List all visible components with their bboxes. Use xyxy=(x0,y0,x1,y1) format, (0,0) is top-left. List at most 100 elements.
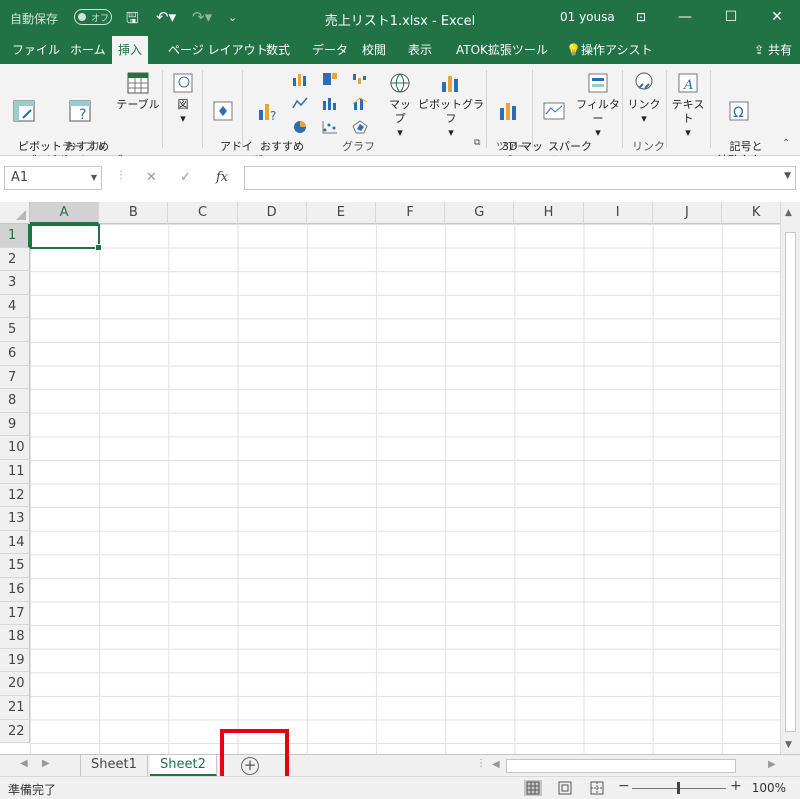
line-chart-icon[interactable] xyxy=(292,96,308,110)
table-button[interactable]: テーブル xyxy=(116,70,160,112)
zoom-in-icon[interactable]: + xyxy=(730,778,742,794)
horizontal-scroll-thumb[interactable] xyxy=(506,759,736,773)
waterfall-chart-icon[interactable] xyxy=(352,72,368,86)
row-header[interactable]: 20 xyxy=(0,672,30,696)
cell-area[interactable] xyxy=(30,224,780,754)
page-layout-view-icon[interactable] xyxy=(556,780,574,796)
map-button[interactable]: マップ ▾ xyxy=(384,70,416,140)
row-header[interactable]: 19 xyxy=(0,648,30,673)
column-header[interactable]: B xyxy=(99,202,169,224)
next-sheet-icon[interactable]: ▶ xyxy=(42,758,50,769)
minimize-button[interactable]: — xyxy=(670,6,700,28)
redo-icon[interactable]: ↷▾ xyxy=(192,8,212,26)
hierarchy-chart-icon[interactable] xyxy=(322,72,338,86)
name-box[interactable]: A1 ▼ xyxy=(4,166,102,190)
row-header[interactable]: 11 xyxy=(0,460,30,484)
row-header[interactable]: 16 xyxy=(0,578,30,602)
autosave-toggle[interactable]: オフ xyxy=(74,9,112,25)
ribbon-display-options-icon[interactable]: ⊡ xyxy=(626,6,656,28)
row-header[interactable]: 4 xyxy=(0,294,30,319)
column-header[interactable]: G xyxy=(445,202,515,224)
maximize-button[interactable]: ☐ xyxy=(716,6,746,28)
tell-me[interactable]: 💡操作アシスト xyxy=(560,36,658,64)
row-header[interactable]: 15 xyxy=(0,554,30,578)
zoom-level[interactable]: 100% xyxy=(752,781,786,795)
statistic-chart-icon[interactable] xyxy=(322,96,338,110)
expand-formula-icon[interactable]: ▼ xyxy=(784,171,791,181)
tab-home[interactable]: ホーム xyxy=(64,36,112,64)
normal-view-icon[interactable] xyxy=(524,780,542,796)
text-button[interactable]: A テキスト ▾ xyxy=(668,70,708,140)
undo-icon[interactable]: ↶▾ xyxy=(156,8,176,26)
close-button[interactable]: ✕ xyxy=(762,6,792,28)
tab-split-icon[interactable]: ⋮ xyxy=(476,758,486,769)
tab-file[interactable]: ファイル xyxy=(6,36,66,64)
row-header[interactable]: 18 xyxy=(0,625,30,649)
column-header[interactable]: H xyxy=(514,202,584,224)
row-header[interactable]: 2 xyxy=(0,247,30,272)
chart-dialog-launcher-icon[interactable]: ⧉ xyxy=(474,138,480,148)
tab-view[interactable]: 表示 xyxy=(402,36,438,64)
vertical-scrollbar[interactable]: ▲ ▼ xyxy=(780,202,800,754)
scroll-left-icon[interactable]: ◀ xyxy=(492,759,500,770)
row-header[interactable]: 9 xyxy=(0,412,30,437)
row-header[interactable]: 10 xyxy=(0,436,30,460)
tab-page-layout[interactable]: ページ レイアウト xyxy=(162,36,274,64)
link-button[interactable]: リンク ▾ xyxy=(624,70,664,126)
row-header[interactable]: 17 xyxy=(0,601,30,626)
row-header[interactable]: 8 xyxy=(0,389,30,413)
column-header[interactable]: D xyxy=(237,202,307,224)
recommended-pivot-icon: ? xyxy=(69,100,91,123)
insert-function-button[interactable]: fx xyxy=(216,170,228,185)
column-header[interactable]: A xyxy=(30,202,100,224)
row-header[interactable]: 13 xyxy=(0,507,30,531)
user-name[interactable]: 01 yousa xyxy=(560,10,615,24)
row-header[interactable]: 21 xyxy=(0,696,30,720)
sheet-tab-sheet2[interactable]: Sheet2 xyxy=(150,755,217,776)
customize-qat-icon[interactable]: ⌄ xyxy=(228,11,237,24)
tab-formulas[interactable]: 数式 xyxy=(260,36,296,64)
combo-chart-icon[interactable] xyxy=(352,96,368,110)
column-header[interactable]: F xyxy=(376,202,446,224)
active-cell-a1[interactable] xyxy=(30,224,102,251)
row-header[interactable]: 3 xyxy=(0,271,30,295)
pivot-chart-button[interactable]: ピボットグラフ ▾ xyxy=(418,70,484,140)
share-button[interactable]: ⇪ 共有 xyxy=(754,36,792,64)
row-header[interactable]: 14 xyxy=(0,530,30,555)
tab-data[interactable]: データ xyxy=(306,36,354,64)
column-header[interactable]: C xyxy=(168,202,238,224)
zoom-slider-thumb[interactable] xyxy=(677,782,680,794)
radar-chart-icon[interactable] xyxy=(352,120,368,134)
zoom-out-icon[interactable]: − xyxy=(618,778,630,794)
column-chart-icon[interactable] xyxy=(292,72,308,86)
formula-input[interactable]: ▼ xyxy=(244,166,796,190)
save-icon[interactable]: 🖫 xyxy=(126,8,139,33)
row-header[interactable]: 22 xyxy=(0,719,30,744)
row-header[interactable]: 12 xyxy=(0,483,30,508)
prev-sheet-icon[interactable]: ◀ xyxy=(20,758,28,769)
scroll-down-icon[interactable]: ▼ xyxy=(785,740,792,750)
tab-insert[interactable]: 挿入 xyxy=(112,36,149,64)
pie-chart-icon[interactable] xyxy=(292,120,308,134)
vertical-scroll-thumb[interactable] xyxy=(785,232,796,732)
filter-button[interactable]: フィルター ▾ xyxy=(576,70,620,140)
link-icon xyxy=(635,72,653,90)
scatter-chart-icon[interactable] xyxy=(322,120,338,134)
tab-atok[interactable]: ATOK拡張ツール xyxy=(450,36,554,64)
select-all-button[interactable] xyxy=(0,202,30,224)
tab-review[interactable]: 校閲 xyxy=(356,36,392,64)
collapse-ribbon-icon[interactable]: ⌃ xyxy=(782,138,790,149)
row-header[interactable]: 5 xyxy=(0,318,30,342)
scroll-right-icon[interactable]: ▶ xyxy=(768,759,776,770)
row-header[interactable]: 6 xyxy=(0,342,30,366)
column-header[interactable]: J xyxy=(652,202,722,224)
figure-button[interactable]: 図 ▾ xyxy=(166,70,200,126)
row-header[interactable]: 7 xyxy=(0,365,30,390)
horizontal-scrollbar[interactable]: ◀ ▶ xyxy=(490,759,780,773)
page-break-view-icon[interactable] xyxy=(588,780,606,796)
column-header[interactable]: I xyxy=(583,202,653,224)
scroll-up-icon[interactable]: ▲ xyxy=(785,208,792,218)
sheet-tab-sheet1[interactable]: Sheet1 xyxy=(80,755,148,776)
column-header[interactable]: E xyxy=(306,202,376,224)
row-header[interactable]: 1 xyxy=(0,224,30,248)
